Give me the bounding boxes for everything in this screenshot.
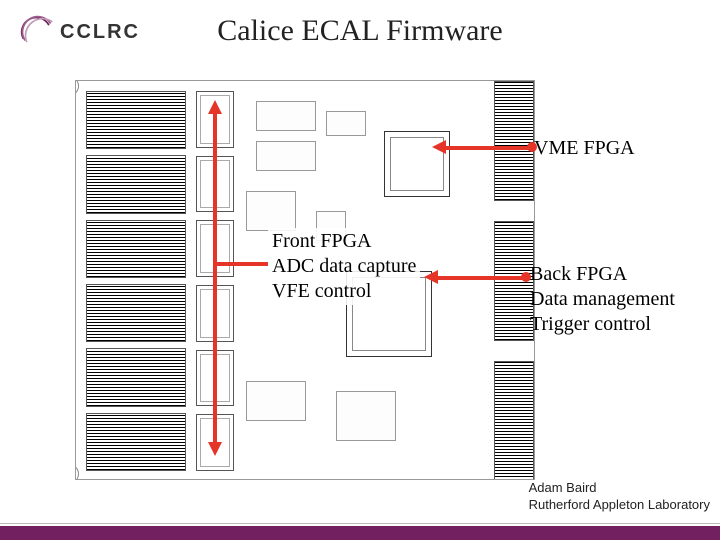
front-connector-column xyxy=(86,91,186,471)
misc-ic xyxy=(256,101,316,131)
callout-line: ADC data capture xyxy=(272,254,416,279)
slide-footer: Adam Baird Rutherford Appleton Laborator… xyxy=(529,480,710,514)
callout-line: VME FPGA xyxy=(534,136,635,161)
arrow-front-leader xyxy=(216,262,268,266)
footer-affiliation: Rutherford Appleton Laboratory xyxy=(529,497,710,514)
footer-rule xyxy=(0,523,720,524)
callout-line: Front FPGA xyxy=(272,229,416,254)
arrow-to-back-fpga xyxy=(436,274,526,280)
callout-front: Front FPGA ADC data capture VFE control xyxy=(268,228,420,305)
arrow-front-fpga-span xyxy=(208,100,222,456)
slide-title: Calice ECAL Firmware xyxy=(0,14,720,48)
callout-line: Back FPGA xyxy=(530,262,675,287)
misc-ic xyxy=(336,391,396,441)
slide: CCLRC Calice ECAL Firmware xyxy=(0,0,720,540)
footer-bar xyxy=(0,526,720,540)
callout-vme: VME FPGA xyxy=(534,136,635,161)
arrow-to-vme-fpga xyxy=(444,144,532,150)
callout-back: Back FPGA Data management Trigger contro… xyxy=(530,262,675,337)
board-front-panel xyxy=(75,81,76,479)
footer-author: Adam Baird xyxy=(529,480,710,497)
misc-ic xyxy=(326,111,366,136)
callout-line: VFE control xyxy=(272,279,416,304)
misc-ic xyxy=(246,191,296,231)
callout-line: Trigger control xyxy=(530,312,675,337)
misc-ic xyxy=(256,141,316,171)
callout-line: Data management xyxy=(530,287,675,312)
misc-ic xyxy=(246,381,306,421)
